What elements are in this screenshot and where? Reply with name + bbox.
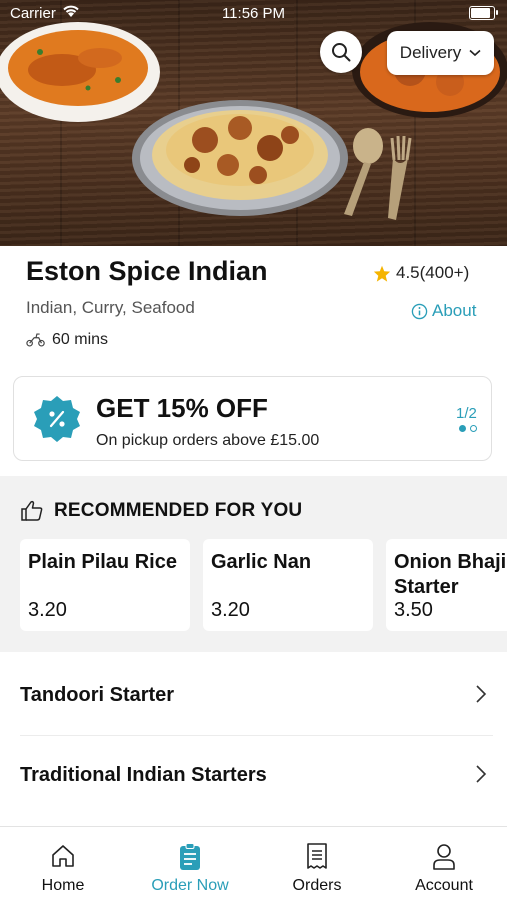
recommended-item-name: Onion Bhaji Starter (394, 551, 507, 598)
status-bar: Carrier 11:56 PM (0, 0, 507, 28)
about-label: About (432, 301, 477, 320)
cuisine-list: Indian, Curry, Seafood (26, 298, 195, 317)
clock: 11:56 PM (221, 5, 286, 22)
promo-card[interactable]: GET 15% OFF On pickup orders above £15.0… (13, 376, 492, 461)
recommended-heading-text: RECOMMENDED FOR YOU (54, 500, 303, 521)
tab-label: Home (41, 877, 85, 894)
recommended-heading: RECOMMENDED FOR YOU (20, 500, 302, 522)
tab-label: Order Now (151, 877, 229, 894)
recommended-item-price: 3.20 (211, 599, 250, 621)
recommended-item-price: 3.20 (28, 599, 67, 621)
star-icon (373, 265, 391, 282)
tab-home[interactable]: Home (0, 827, 126, 901)
pager-dot[interactable] (459, 425, 466, 432)
hero-image: Carrier 11:56 PM Delivery (0, 0, 507, 246)
recommended-item-card[interactable]: Garlic Nan 3.20 (203, 539, 373, 631)
tab-account[interactable]: Account (381, 827, 507, 901)
category-row[interactable]: Tandoori Starter (0, 656, 507, 736)
tab-label: Account (415, 877, 473, 894)
receipt-icon (307, 843, 327, 869)
rating-value: 4.5(400+) (396, 263, 470, 282)
order-icon (180, 843, 200, 870)
battery-level (471, 8, 490, 18)
discount-badge-icon (34, 396, 80, 442)
recommended-item-name: Garlic Nan (211, 551, 312, 573)
delivery-mode-label: Delivery (399, 43, 462, 62)
search-icon (332, 43, 351, 62)
chevron-down-icon (469, 49, 481, 57)
delivery-time: 60 mins (26, 331, 108, 349)
chevron-right-icon (476, 685, 487, 703)
recommended-item-name: Plain Pilau Rice (28, 551, 177, 573)
category-label: Tandoori Starter (20, 684, 175, 706)
promo-page-indicator: 1/2 (456, 405, 477, 422)
chevron-right-icon (476, 765, 487, 783)
recommended-item-card[interactable]: Onion Bhaji Starter 3.50 (386, 539, 507, 631)
scooter-icon (26, 333, 45, 347)
user-icon (433, 844, 455, 870)
tab-order-now[interactable]: Order Now (127, 827, 253, 901)
tab-orders[interactable]: Orders (254, 827, 380, 901)
promo-title: GET 15% OFF (96, 393, 268, 423)
info-icon (411, 303, 428, 319)
rating: 4.5(400+) (373, 263, 469, 283)
bottom-tab-bar: Home Order Now Orders Account (0, 826, 507, 901)
category-label: Traditional Indian Starters (20, 764, 267, 786)
restaurant-name: Eston Spice Indian (26, 256, 268, 286)
recommended-section: RECOMMENDED FOR YOU Plain Pilau Rice 3.2… (0, 476, 507, 652)
search-button[interactable] (320, 31, 362, 73)
tab-label: Orders (292, 877, 342, 894)
recommended-item-price: 3.50 (394, 599, 433, 621)
delivery-time-value: 60 mins (52, 331, 109, 348)
thumbs-up-icon (21, 500, 43, 521)
pager-dot[interactable] (470, 425, 477, 432)
category-row[interactable]: Traditional Indian Starters (0, 736, 507, 816)
battery-icon (469, 6, 498, 20)
home-icon (52, 845, 74, 867)
about-link[interactable]: About (411, 301, 476, 321)
recommended-item-card[interactable]: Plain Pilau Rice 3.20 (20, 539, 190, 631)
delivery-mode-dropdown[interactable]: Delivery (387, 31, 494, 75)
promo-pager-dots[interactable] (459, 425, 477, 432)
promo-subtitle: On pickup orders above £15.00 (96, 432, 320, 449)
